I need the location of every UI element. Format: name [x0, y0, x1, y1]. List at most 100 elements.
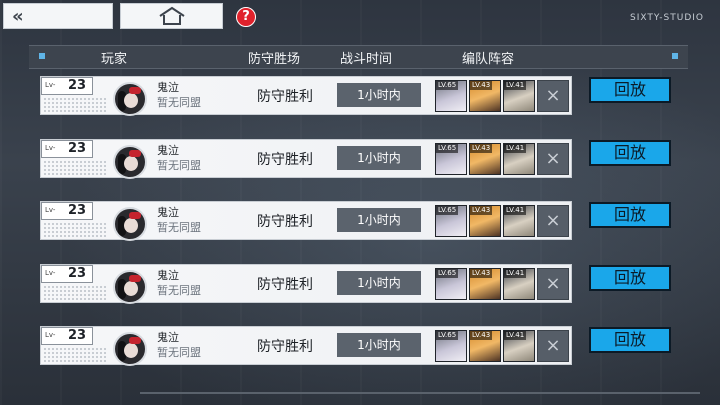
player-alliance: 暂无同盟: [157, 221, 201, 234]
bottom-divider: [140, 392, 700, 394]
defense-result: 防守胜利: [257, 89, 313, 105]
unit-level: LV.65: [436, 143, 459, 153]
record-card: Lv- 23 鬼泣 暂无同盟 防守胜利 1小时内 LV.65 LV.43 LV.…: [40, 201, 572, 241]
player-alliance: 暂无同盟: [157, 158, 201, 172]
avatar-bow: [129, 149, 141, 157]
lineup-unit-3[interactable]: LV.41: [503, 80, 535, 112]
avatar-bow: [129, 337, 141, 344]
record-row: Lv- 23 鬼泣 暂无同盟 防守胜利 1小时内 LV.65 LV.43 LV.…: [32, 194, 684, 246]
lineup-unit-1[interactable]: LV.65: [435, 142, 467, 175]
lineup-unit-2[interactable]: LV.43: [469, 330, 501, 362]
record-row: Lv- 23 鬼泣 暂无同盟 防守胜利 1小时内 LV.65 LV.43 LV.…: [32, 69, 684, 121]
lineup-unit-2[interactable]: LV.43: [469, 205, 501, 237]
avatar-face: [124, 280, 138, 296]
level-prefix: Lv-: [45, 206, 56, 214]
battle-time-box: 1小时内: [337, 333, 421, 357]
player-name: 鬼泣: [157, 143, 179, 157]
unit-level: LV.43: [470, 268, 493, 278]
home-button[interactable]: [120, 3, 223, 29]
avatar-bow: [129, 274, 141, 282]
player-avatar[interactable]: [113, 207, 147, 241]
lineup-unit-3[interactable]: LV.41: [503, 142, 535, 175]
unit-level: LV.65: [436, 206, 459, 215]
unit-level: LV.43: [470, 206, 493, 215]
header-marker-right: [672, 53, 678, 59]
record-row: Lv- 23 鬼泣 暂无同盟 防守胜利 1小时内 LV.65 LV.43 LV.…: [32, 257, 684, 309]
lineup-unit-2[interactable]: LV.43: [469, 267, 501, 300]
home-icon: [159, 6, 185, 25]
player-avatar[interactable]: [113, 332, 147, 366]
lineup-unit-3[interactable]: LV.41: [503, 330, 535, 362]
avatar-face: [124, 343, 138, 358]
lineup-unit-3[interactable]: LV.41: [503, 267, 535, 300]
dot-pattern: [43, 97, 107, 113]
level-prefix: Lv-: [45, 331, 56, 339]
record-card: Lv- 23 鬼泣 暂无同盟 防守胜利 1小时内 LV.65 LV.43 LV.…: [40, 76, 572, 116]
unit-level: LV.43: [470, 143, 493, 153]
empty-slot-close-icon: ×: [537, 80, 569, 112]
player-avatar[interactable]: [113, 269, 147, 304]
header-marker-left: [39, 53, 45, 59]
battle-time-box: 1小时内: [337, 270, 421, 295]
unit-level: LV.65: [436, 81, 459, 90]
player-name: 鬼泣: [157, 331, 179, 344]
level-tab: Lv- 23: [41, 327, 93, 345]
lineup-unit-3[interactable]: LV.41: [503, 205, 535, 237]
replay-button[interactable]: 回放: [589, 202, 671, 228]
lineup-unit-2[interactable]: LV.43: [469, 142, 501, 175]
unit-level: LV.41: [504, 143, 527, 153]
unit-level: LV.65: [436, 268, 459, 278]
unit-level: LV.41: [504, 331, 527, 340]
header-lineup: 编队阵容: [462, 52, 515, 67]
record-card: Lv- 23 鬼泣 暂无同盟 防守胜利 1小时内 LV.65 LV.43 LV.…: [40, 138, 572, 179]
lineup-unit-1[interactable]: LV.65: [435, 330, 467, 362]
level-prefix: Lv-: [45, 143, 56, 152]
defense-result: 防守胜利: [257, 151, 313, 168]
dot-pattern: [43, 159, 107, 176]
record-card: Lv- 23 鬼泣 暂无同盟 防守胜利 1小时内 LV.65 LV.43 LV.…: [40, 263, 572, 304]
player-alliance: 暂无同盟: [157, 283, 201, 297]
dot-pattern: [43, 222, 107, 238]
player-level: 23: [68, 140, 87, 156]
player-alliance: 暂无同盟: [157, 346, 201, 359]
lineup-unit-1[interactable]: LV.65: [435, 267, 467, 300]
player-name: 鬼泣: [157, 268, 179, 282]
replay-button[interactable]: 回放: [589, 327, 671, 353]
unit-level: LV.41: [504, 206, 527, 215]
player-level: 23: [68, 328, 87, 343]
defense-result: 防守胜利: [257, 276, 313, 293]
replay-button[interactable]: 回放: [589, 139, 671, 166]
empty-slot-close-icon: ×: [537, 205, 569, 237]
player-avatar[interactable]: [113, 144, 147, 179]
lineup-unit-2[interactable]: LV.43: [469, 80, 501, 112]
player-level: 23: [68, 265, 87, 281]
empty-slot-close-icon: ×: [537, 330, 569, 362]
dot-pattern: [43, 347, 107, 363]
level-prefix: Lv-: [45, 81, 56, 89]
dot-pattern: [43, 284, 107, 301]
record-row: Lv- 23 鬼泣 暂无同盟 防守胜利 1小时内 LV.65 LV.43 LV.…: [32, 132, 684, 184]
empty-slot-close-icon: ×: [537, 267, 569, 300]
table-header: 玩家 防守胜场 战斗时间 编队阵容: [29, 45, 688, 69]
unit-level: LV.43: [470, 81, 493, 90]
player-avatar[interactable]: [113, 82, 147, 116]
lineup-unit-1[interactable]: LV.65: [435, 205, 467, 237]
record-card: Lv- 23 鬼泣 暂无同盟 防守胜利 1小时内 LV.65 LV.43 LV.…: [40, 326, 572, 366]
help-button[interactable]: ?: [236, 7, 256, 27]
replay-button[interactable]: 回放: [589, 77, 671, 103]
replay-button[interactable]: 回放: [589, 264, 671, 291]
level-tab: Lv- 23: [41, 264, 93, 283]
player-name: 鬼泣: [157, 81, 179, 94]
player-alliance: 暂无同盟: [157, 96, 201, 109]
unit-level: LV.65: [436, 331, 459, 340]
level-tab: Lv- 23: [41, 202, 93, 220]
header-battle-time: 战斗时间: [340, 52, 393, 67]
unit-level: LV.41: [504, 268, 527, 278]
player-level: 23: [68, 78, 87, 93]
header-player: 玩家: [101, 52, 128, 67]
studio-watermark: SIXTY-STUDIO: [629, 13, 704, 23]
lineup-unit-1[interactable]: LV.65: [435, 80, 467, 112]
back-button[interactable]: «: [3, 3, 113, 29]
level-tab: Lv- 23: [41, 77, 93, 95]
header-defense-wins: 防守胜场: [248, 52, 301, 67]
